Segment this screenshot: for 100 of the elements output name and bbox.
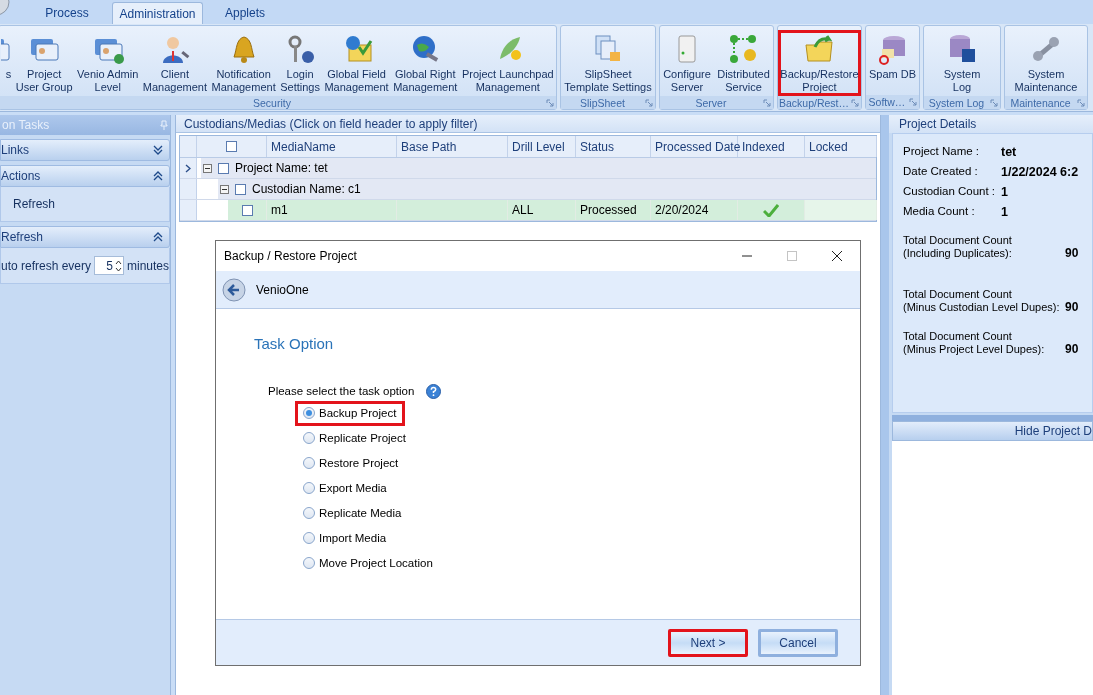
details-title: Project Details: [899, 116, 977, 133]
dialog-button[interactable]: Cancel: [758, 628, 838, 657]
close-icon[interactable]: [831, 250, 843, 262]
dialog-launcher-icon[interactable]: [990, 99, 998, 107]
detail-label: Custodian Count :: [903, 184, 997, 200]
detail-value: tet: [1001, 143, 1017, 161]
selected-row[interactable]: m1 ALL Processed 2/20/2024: [267, 200, 877, 220]
dialog-button[interactable]: Next >: [668, 628, 748, 657]
detail-label: Project Name :: [903, 144, 981, 160]
help-icon[interactable]: [426, 383, 442, 399]
ribbon-button[interactable]: Notification Management: [209, 30, 278, 96]
group-row-label: Custodian Name: c1: [252, 181, 361, 198]
ribbon-button[interactable]: Global Right Management: [391, 30, 460, 96]
detail-label: Total Document Count (Minus Custodian Level Dupes):: [903, 288, 1061, 314]
radio-option[interactable]: Replicate Project: [301, 428, 408, 448]
ribbon-button[interactable]: System Log: [941, 30, 983, 96]
detail-label: Date Created :: [903, 164, 979, 180]
dialog-launcher-icon[interactable]: [851, 99, 859, 107]
collapse-icon[interactable]: [203, 163, 212, 173]
column-header[interactable]: MediaName: [267, 136, 397, 157]
detail-value: 1: [1001, 203, 1008, 221]
minutes-spinner[interactable]: 5: [94, 256, 124, 275]
collapse-chevron-icon[interactable]: [153, 171, 163, 181]
radio-option[interactable]: Import Media: [301, 528, 389, 548]
column-header[interactable]: Drill Level: [508, 136, 576, 157]
detail-value: 1/22/2024 6:2: [1001, 163, 1079, 181]
ribbon-group-label: Softw…: [868, 96, 906, 108]
ribbon-group-label: Backup/Rest…: [779, 96, 849, 109]
ribbon-button[interactable]: Project Launchpad Management: [459, 30, 556, 96]
radio-option[interactable]: Restore Project: [301, 453, 401, 473]
radio-option[interactable]: Backup Project: [298, 403, 403, 423]
ribbon-tab[interactable]: Applets: [205, 2, 285, 24]
ribbon-tab[interactable]: Process: [24, 2, 110, 24]
section-header[interactable]: Refresh: [0, 226, 170, 248]
folder-arrow-icon: [803, 33, 836, 65]
detail-label: Total Document Count (Minus Project Level Dupes):: [903, 330, 1046, 356]
ribbon-group-label: System Log: [928, 96, 985, 109]
section-title: Links: [1, 142, 29, 159]
radio-option[interactable]: Move Project Location: [301, 553, 435, 573]
detail-value: 90: [1065, 343, 1079, 356]
column-header[interactable]: Processed Date: [651, 136, 738, 157]
spinner-arrows-icon[interactable]: [114, 258, 122, 273]
dialog-heading: Task Option: [254, 334, 335, 354]
section-header[interactable]: Links: [0, 139, 170, 161]
table-cell-text: ALL: [512, 202, 534, 219]
ribbon-tab[interactable]: Administration: [112, 2, 203, 24]
radio-option[interactable]: Export Media: [301, 478, 389, 498]
auto-refresh-label: uto refresh every: [1, 257, 92, 275]
detail-label: Media Count :: [903, 204, 976, 220]
ribbon-button[interactable]: Venio Admin Level: [75, 30, 141, 96]
grid-title: Custodians/Medias (Click on field header to apply filter): [184, 115, 478, 133]
ribbon-button[interactable]: System Maintenance: [1012, 30, 1080, 96]
dialog-launcher-icon[interactable]: [645, 99, 653, 107]
collapse-icon[interactable]: [220, 184, 229, 194]
ribbon-button[interactable]: Distributed Service: [715, 30, 772, 96]
ribbon-group-label: Server: [695, 96, 727, 109]
checkbox[interactable]: [226, 141, 237, 152]
section-title: Refresh: [1, 229, 44, 246]
ribbon-button[interactable]: Configure Server: [661, 30, 713, 96]
expand-chevron-icon[interactable]: [153, 145, 163, 155]
checkbox[interactable]: [235, 183, 246, 195]
table-cell-text: m1: [271, 202, 288, 219]
column-header[interactable]: Base Path: [397, 136, 508, 157]
column-header[interactable]: Locked: [805, 136, 877, 157]
ribbon-button[interactable]: Spam DB: [866, 30, 919, 83]
collapse-chevron-icon[interactable]: [153, 232, 163, 242]
nav-title: VenioOne: [256, 281, 309, 299]
row-header[interactable]: [180, 158, 197, 178]
ribbon-button[interactable]: s: [0, 30, 14, 83]
checkbox[interactable]: [241, 204, 253, 216]
ribbon-button[interactable]: Backup/Restore Project: [778, 30, 861, 96]
ribbon-button[interactable]: Client Management: [140, 30, 209, 96]
table-cell-text: 2/20/2024: [655, 202, 709, 219]
ribbon-group-label: Maintenance: [1010, 96, 1071, 109]
detail-value: 90: [1065, 301, 1079, 314]
ribbon-group-label: SlipSheet: [580, 96, 625, 109]
pane-title: on Tasks: [2, 117, 50, 134]
dialog-launcher-icon[interactable]: [763, 99, 771, 107]
detail-value: 1: [1001, 183, 1008, 201]
radio-option[interactable]: Replicate Media: [301, 503, 404, 523]
section-title: Actions: [1, 168, 41, 185]
auto-refresh-unit: minutes: [126, 257, 169, 275]
group-row-label: Project Name: tet: [235, 160, 328, 177]
ribbon-group-label: Security: [253, 96, 291, 109]
hide-details-button[interactable]: Hide Project D: [892, 421, 1093, 441]
checkbox[interactable]: [218, 162, 229, 174]
dialog-launcher-icon[interactable]: [909, 98, 917, 106]
dialog-title: Backup / Restore Project: [224, 248, 358, 265]
detail-label: Total Document Count (Including Duplicates):: [903, 234, 1013, 260]
dialog-launcher-icon[interactable]: [1077, 99, 1085, 107]
section-header[interactable]: Actions: [0, 165, 170, 187]
ribbon-button[interactable]: SlipSheet Template Settings: [562, 30, 654, 96]
table-cell-text: Processed: [580, 202, 637, 219]
ribbon-button[interactable]: Login Settings: [278, 30, 322, 96]
task-prompt: Please select the task option: [268, 383, 415, 399]
column-header[interactable]: Status: [576, 136, 651, 157]
dialog-launcher-icon[interactable]: [546, 99, 554, 107]
detail-value: 90: [1065, 247, 1079, 260]
ribbon-button[interactable]: Project User Group: [13, 30, 75, 96]
ribbon-button[interactable]: Global Field Management: [322, 30, 391, 96]
